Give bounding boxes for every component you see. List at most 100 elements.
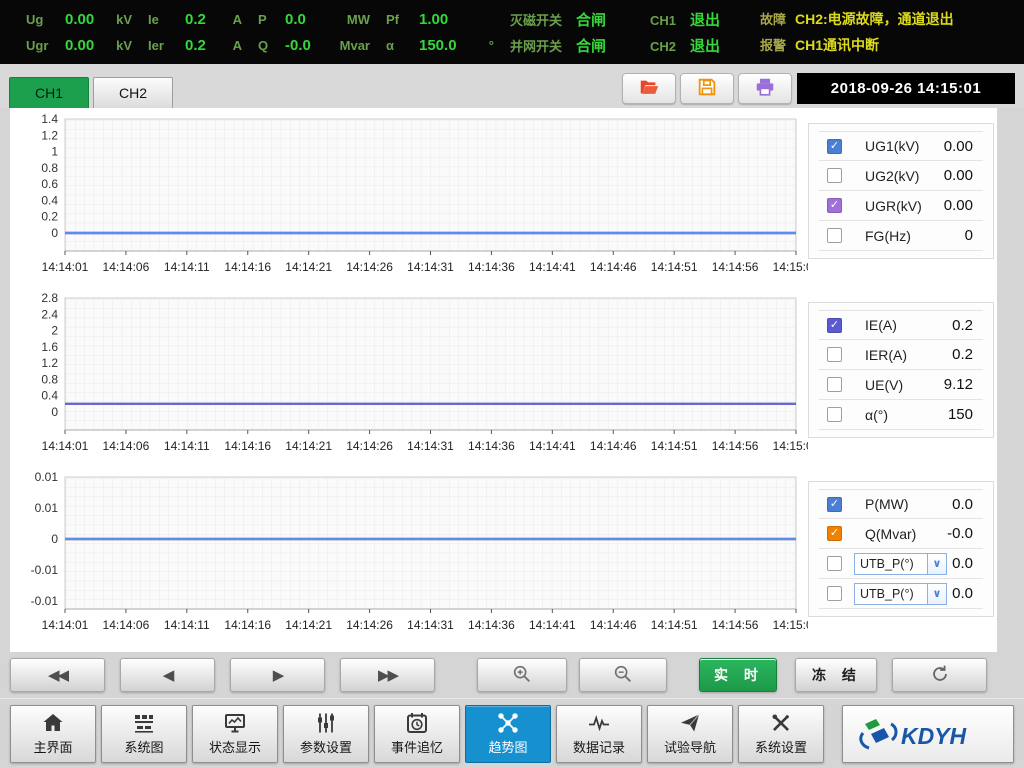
nav-item-label: 试验导航 [664,737,716,756]
nav-item-home[interactable]: 主界面 [10,705,96,763]
y-tick-label: 2.4 [41,307,58,321]
open-file-button[interactable] [622,73,676,104]
header-label: Ugr [26,38,56,53]
chart-section-3: 0.010.010-0.01-0.0114:14:0114:14:0614:14… [10,469,997,648]
legend-signal-value: -0.0 [947,525,983,542]
legend-signal-value: 0.0 [952,585,983,602]
header-status-cell: CH1退出 [650,9,760,30]
header-measure-cell: Ie0.2A [148,11,258,28]
x-tick-label: 14:14:51 [651,439,698,453]
chart-section-1: 1.41.210.80.60.40.2014:14:0114:14:0614:1… [10,111,997,290]
rewind-button[interactable]: ◀◀ [10,658,105,692]
channel-tabs: CH1CH2 [9,77,177,108]
playback-controls: ◀◀◀▶▶▶实 时冻 结 [0,652,1024,698]
header-value: 合闸 [576,35,606,56]
legend-signal-label: IER(A) [865,347,907,363]
print-button[interactable] [738,73,792,104]
unchecked-checkbox[interactable] [827,168,842,183]
zoom-out-button[interactable] [579,658,667,692]
legend-signal-label: UG2(kV) [865,168,919,184]
checked-checkbox[interactable]: ✓ [827,497,842,512]
nav-item-test-nav[interactable]: 试验导航 [647,705,733,763]
checked-checkbox[interactable]: ✓ [827,526,842,541]
x-tick-label: 14:14:46 [590,618,637,632]
header-label: 并网开关 [510,36,562,55]
checked-checkbox[interactable]: ✓ [827,318,842,333]
unchecked-checkbox[interactable] [827,347,842,362]
header-value: 合闸 [576,9,606,30]
legend-row: ✓Q(Mvar)-0.0 [819,519,983,549]
header-status-cell: 灭磁开关合闸 [510,9,650,30]
x-tick-label: 14:14:26 [346,439,393,453]
y-tick-label: 2.8 [41,291,58,305]
y-tick-label: 1.2 [41,356,58,370]
print-icon [754,76,776,101]
signal-select-dropdown[interactable]: UTB_P(°)∨ [854,583,947,605]
header-unit: kV [116,12,132,27]
nav-item-system-settings[interactable]: 系统设置 [738,705,824,763]
open-file-icon [638,76,660,101]
x-tick-label: 14:15:01 [773,439,808,453]
legend-signal-label: FG(Hz) [865,228,911,244]
header-value: 1.00 [419,11,448,28]
x-tick-label: 14:14:46 [590,439,637,453]
legend-signal-label: IE(A) [865,317,897,333]
unchecked-checkbox[interactable] [827,556,842,571]
header-value: 0.0 [285,11,306,28]
fast-forward-button[interactable]: ▶▶ [340,658,435,692]
header-value: 150.0 [419,37,457,54]
freeze-button[interactable]: 冻 结 [795,658,877,692]
header-alert-cell: 报警CH1通讯中断 [760,35,1024,55]
header-label: Ug [26,12,56,27]
legend-row: UTB_P(°)∨ 0.0 [819,579,983,609]
legend-row: UG2(kV) 0.00 [819,161,983,191]
tab-ch2[interactable]: CH2 [93,77,173,108]
unchecked-checkbox[interactable] [827,586,842,601]
legend-panel-1: ✓UG1(kV)0.00UG2(kV)0.00✓UGR(kV)0.00FG(Hz… [808,123,994,259]
diagram-icon [132,711,156,735]
step-back-button[interactable]: ◀ [120,658,215,692]
legend-signal-value: 0.2 [952,346,983,363]
nav-item-data-record[interactable]: 数据记录 [556,705,642,763]
checked-checkbox[interactable]: ✓ [827,139,842,154]
header-label: α [386,38,410,53]
nav-item-status-display[interactable]: 状态显示 [192,705,278,763]
nav-item-trend-chart[interactable]: 趋势图 [465,705,551,763]
nav-item-system-diagram[interactable]: 系统图 [101,705,187,763]
nav-item-param-settings[interactable]: 参数设置 [283,705,369,763]
y-tick-label: 0 [51,532,58,546]
legend-row: ✓UG1(kV)0.00 [819,131,983,161]
realtime-button[interactable]: 实 时 [699,658,777,692]
signal-select-dropdown[interactable]: UTB_P(°)∨ [854,553,947,575]
unchecked-checkbox[interactable] [827,407,842,422]
step-forward-button[interactable]: ▶ [230,658,325,692]
x-tick-label: 14:14:51 [651,260,698,274]
chevron-down-icon: ∨ [927,554,946,574]
tab-ch1[interactable]: CH1 [9,77,89,108]
legend-signal-value: 0.00 [944,167,983,184]
save-button[interactable] [680,73,734,104]
y-tick-label: 1.2 [41,128,58,142]
x-tick-label: 14:14:11 [164,439,210,453]
unchecked-checkbox[interactable] [827,228,842,243]
refresh-button[interactable] [892,658,987,692]
header-value: -0.0 [285,37,311,54]
nav-item-event-recall[interactable]: 事件追忆 [374,705,460,763]
legend-row: α(°)150 [819,400,983,430]
zoom-in-button[interactable] [477,658,567,692]
legend-signal-value: 9.12 [944,376,983,393]
x-tick-label: 14:14:26 [346,618,393,632]
legend-row: ✓IE(A)0.2 [819,310,983,340]
x-tick-label: 14:15:01 [773,618,808,632]
rewind-icon: ◀◀ [48,666,67,684]
nav-item-label: 参数设置 [300,737,352,756]
header-value: 退出 [690,9,720,30]
unchecked-checkbox[interactable] [827,377,842,392]
logo-text: KDYH [901,723,967,749]
chart-section-2: 2.82.421.61.20.80.4014:14:0114:14:0614:1… [10,290,997,469]
legend-signal-value: 0.0 [952,555,983,572]
checked-checkbox[interactable]: ✓ [827,198,842,213]
nav-item-label: 系统图 [124,737,163,756]
y-tick-label: 0.8 [41,161,58,175]
x-tick-label: 14:14:41 [529,618,576,632]
